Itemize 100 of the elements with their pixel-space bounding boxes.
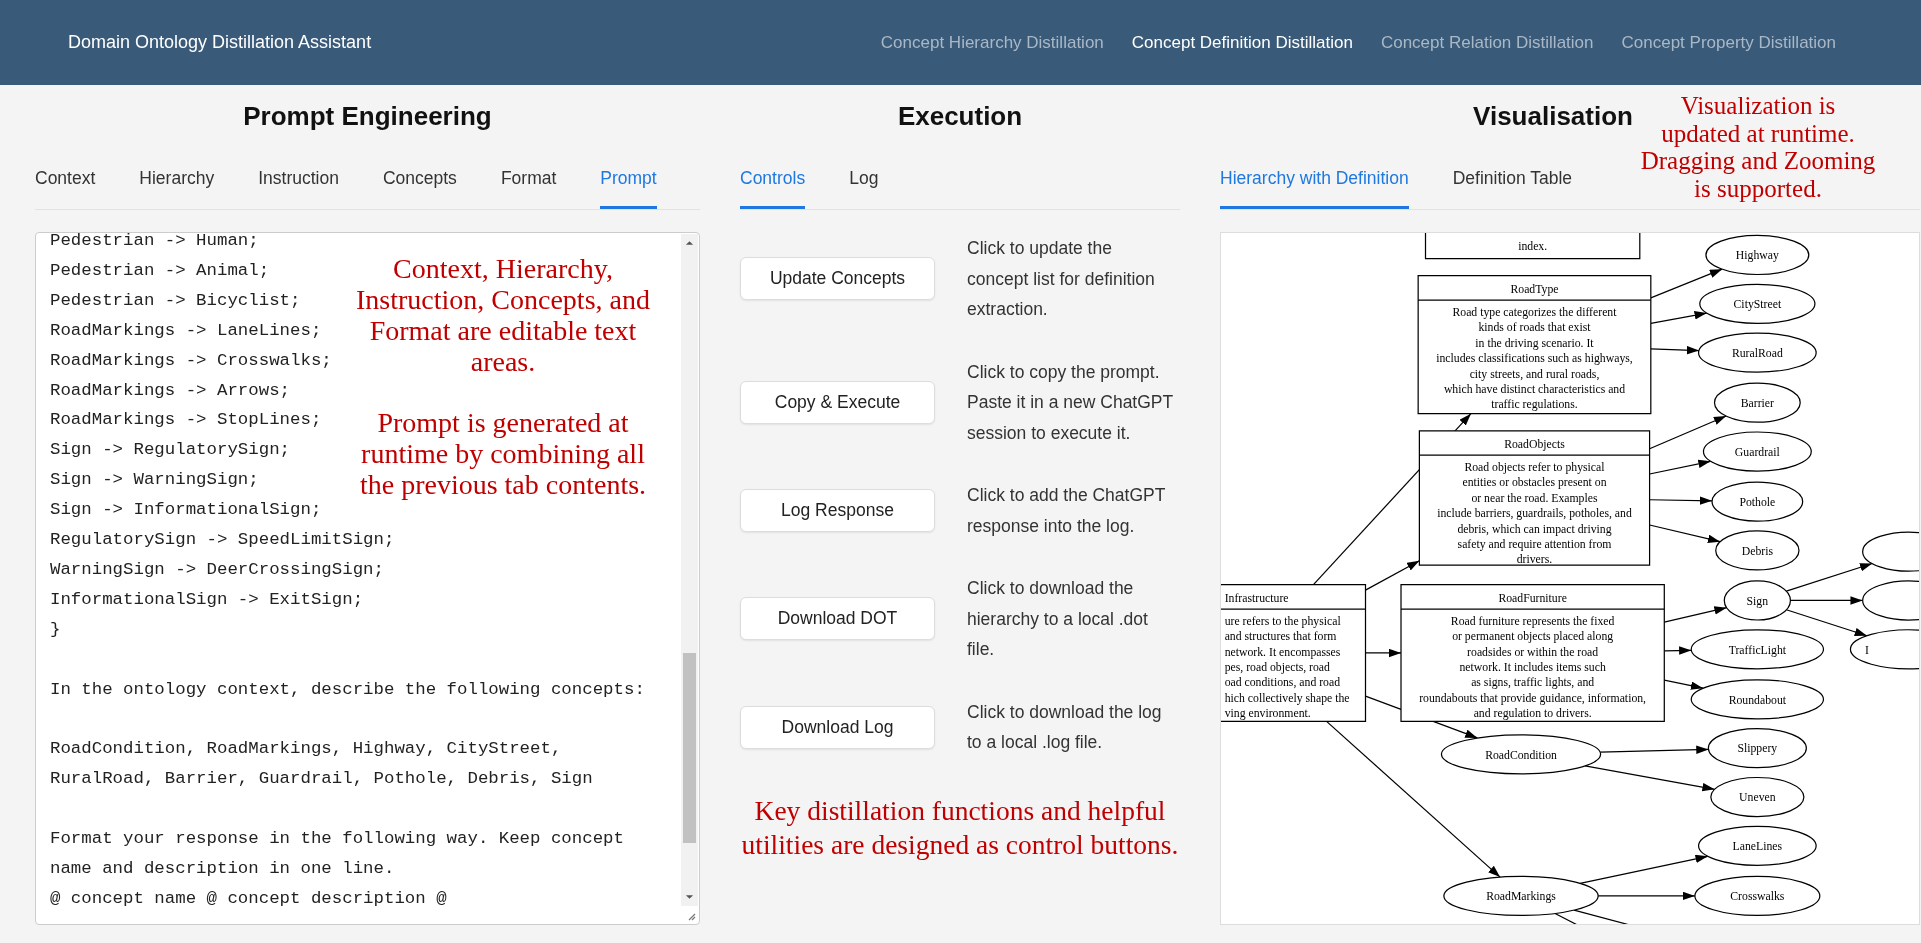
concept-node[interactable] [1723,580,1792,621]
annotation-text: Prompt is generated at runtime by combining all the previous tab contents. [358,407,648,500]
concept-node[interactable] [1715,530,1800,571]
node-label: RoadCondition [1485,748,1557,762]
concept-node[interactable] [1690,629,1825,670]
prompt-line: InformationalSign -> ExitSign; [50,588,364,611]
concept-node-box[interactable] [1400,584,1665,722]
node-label: Slippery [1737,742,1778,756]
nav-link[interactable]: Concept Hierarchy Distillation [880,32,1104,53]
node-label: Debris [1741,544,1773,558]
concept-node[interactable] [1705,234,1810,276]
node-label: Guardrail [1734,445,1780,459]
tab[interactable]: Controls [740,147,806,209]
prompt-line: Pedestrian -> Human; [50,233,259,252]
concept-node[interactable] [1710,776,1805,818]
node-title: Infrastructure [1224,591,1289,605]
prompt-line: Pedestrian -> Bicyclist; [50,289,301,312]
prompt-line: RoadMarkings -> Arrows; [50,379,291,402]
concept-node[interactable] [1711,481,1804,522]
edge-arrow [1650,311,1708,324]
concept-node[interactable] [1862,580,1919,621]
scrollbar[interactable] [681,234,698,906]
tab[interactable]: Prompt [600,147,657,209]
concept-node-box[interactable]: Infrastructure ure refers to the physical and structures that form network. It encompasses pes, road objects, road oad conditions, and road hich collectively shape the ving environment. [1221,584,1367,722]
concept-node[interactable] [1694,875,1821,917]
node-label: Highway [1735,249,1779,263]
control-button[interactable]: Download Log [740,705,935,749]
button-description: Click to download the log to a local .log file. [967,700,1163,754]
control-button[interactable]: Update Concepts [740,257,935,301]
button-description: Click to copy the prompt. Paste it in a new ChatGPT session to execute it. [967,360,1173,445]
app-title: Domain Ontology Distillation Assistant [68,32,372,53]
node-description: Road furniture represents the fixed or permanent objects placed along roadsides or within the road network. It includes items such as signs, traffic lights, and roundabouts that provide guidance, information, and regulation to drivers. [1419,614,1647,721]
prompt-line: Pedestrian -> Animal; [50,259,270,282]
concept-node-box[interactable] [1418,430,1651,567]
scroll-down-icon[interactable] [685,894,694,900]
node-description: index. [1518,240,1548,254]
concept-node[interactable] [1699,283,1816,324]
node-label: Uneven [1739,791,1776,805]
concept-node[interactable] [1697,825,1817,866]
concept-node[interactable] [1690,679,1825,720]
prompt-line: @ concept name @ concept description @ [50,887,447,910]
control-button[interactable]: Log Response [740,489,935,532]
scroll-up-icon[interactable] [685,240,694,246]
section-heading: Prompt Engineering [243,99,492,133]
tab[interactable]: Hierarchy [139,147,215,209]
node-label: Barrier [1740,397,1774,410]
tab[interactable]: Hierarchy with Definition [1220,147,1409,209]
node-label: TrafficLight [1728,643,1787,657]
edge-arrow [1364,648,1402,658]
nav-link[interactable]: Concept Property Distillation [1621,32,1836,53]
nav-link[interactable]: Concept Relation Distillation [1380,32,1594,53]
node-title: RoadType [1510,282,1559,296]
edge-arrow [1663,679,1704,690]
prompt-line: RoadCondition, RoadMarkings, Highway, CityStreet, [50,738,562,761]
button-description: Click to add the ChatGPT response into the log. [967,484,1167,538]
edge-arrow [1663,606,1728,623]
node-label: Sign [1746,594,1769,608]
concept-node[interactable] [1697,332,1817,373]
node-label: I [1865,643,1870,657]
prompt-line: WarningSign -> DeerCrossingSign; [50,558,384,581]
concept-node[interactable] [1443,875,1599,917]
annotation-text: Context, Hierarchy, Instruction, Concepts, and Format are editable text areas. [355,253,651,377]
concept-node-box[interactable]: index. [1424,233,1641,260]
prompt-line: RegulatorySign -> SpeedLimitSign; [50,529,395,552]
button-description: Click to download the hierarchy to a local .dot file. [967,577,1149,661]
node-label: RuralRoad [1731,346,1783,360]
scrollbar-thumb[interactable] [683,652,696,844]
prompt-line: } [50,618,61,641]
tab[interactable]: Instruction [258,147,339,209]
concept-node[interactable] [1862,531,1919,572]
edge-arrow [1649,496,1713,505]
nav-link[interactable]: Concept Definition Distillation [1131,32,1353,53]
edge-arrow [1650,345,1700,355]
annotation-text: Key distillation functions and helpful utilities are designed as control buttons. [740,793,1180,862]
resize-grip-icon[interactable] [686,911,696,921]
prompt-line: Sign -> WarningSign; [50,469,259,492]
node-description: ure refers to the physical and structures that form network. It encompasses pes, road objects, road oad conditions, and road hich collectively shape the ving environment. [1224,614,1350,721]
node-label: Crosswalks [1730,890,1785,904]
node-label: CityStreet [1733,298,1782,312]
prompt-text-area[interactable] [35,232,700,925]
tab[interactable]: Definition Table [1452,147,1573,209]
prompt-line: RoadMarkings -> StopLines; [50,409,322,432]
concept-node-box[interactable] [1417,275,1652,415]
tab[interactable]: Context [35,147,96,209]
control-button[interactable]: Download DOT [740,597,935,641]
tab[interactable]: Concepts [382,147,457,209]
concept-node[interactable] [1702,431,1812,472]
prompt-line: RoadMarkings -> Crosswalks; [50,349,332,372]
graph-canvas[interactable] [1220,232,1920,925]
concept-node[interactable] [1707,728,1807,769]
concept-node[interactable] [1440,734,1602,775]
concept-node[interactable] [1713,382,1801,423]
annotation-text: Visualization is updated at runtime. Dragging and Zooming is supported. [1639,92,1877,202]
tab[interactable]: Format [500,147,557,209]
control-button[interactable]: Copy & Execute [740,380,935,424]
node-title: RoadFurniture [1498,591,1567,605]
section-heading: Execution [897,99,1023,133]
tab[interactable]: Log [849,147,879,209]
button-description: Click to update the concept list for definition extraction. [967,237,1156,321]
concept-node[interactable] [1849,629,1919,670]
